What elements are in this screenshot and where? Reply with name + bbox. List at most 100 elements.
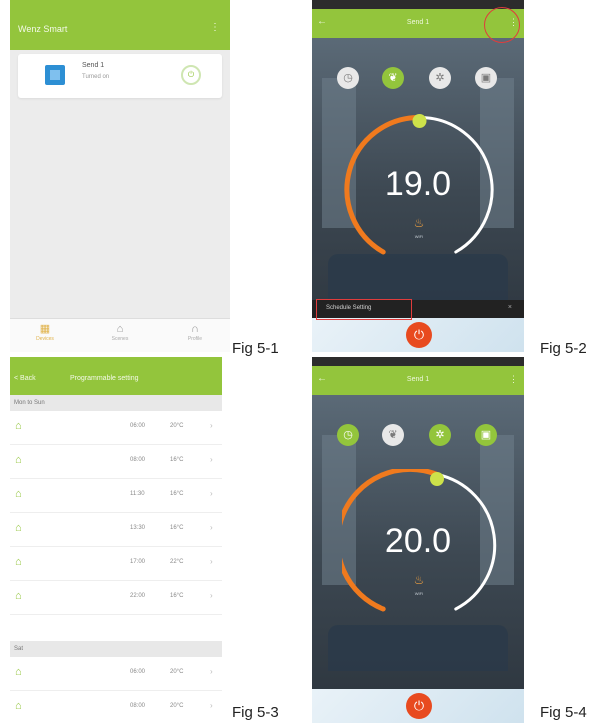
status-bar: [312, 357, 524, 366]
menu-highlight-circle: [484, 7, 520, 43]
period-icon: ⌂: [15, 420, 22, 432]
section-header: Mon to Sun: [10, 395, 222, 411]
chevron-right-icon: ›: [210, 421, 213, 430]
schedule-screen: < Back Programmable setting Mon to Sun ⌂…: [10, 357, 222, 723]
thermostat-device-icon: [45, 65, 65, 85]
chevron-right-icon: ›: [210, 701, 213, 710]
schedule-temp: 20°C: [170, 703, 184, 709]
period-icon: ⌂: [15, 666, 22, 678]
device-card[interactable]: Send 1 Turned on ⏻: [18, 54, 222, 98]
figure-caption-4: Fig 5-4: [540, 704, 587, 721]
figure-caption-3: Fig 5-3: [232, 704, 279, 721]
chevron-right-icon: ›: [210, 489, 213, 498]
schedule-time: 13:30: [130, 525, 146, 531]
clock-icon[interactable]: ◷: [337, 67, 359, 89]
leaf-icon[interactable]: ❦: [382, 67, 404, 89]
tab-devices-label: Devices: [36, 336, 54, 342]
background-sofa: [328, 625, 508, 671]
schedule-row[interactable]: ⌂ 22:00 16°C ›: [10, 581, 222, 615]
heating-icon: ♨: [413, 216, 425, 230]
device-list-screen: Wenz Smart ⋮ Send 1 Turned on ⏻ ▦ Device…: [10, 0, 230, 352]
power-toggle-icon[interactable]: ⏻: [181, 65, 201, 85]
chevron-right-icon: ›: [210, 455, 213, 464]
clock-icon[interactable]: ◷: [337, 424, 359, 446]
status-bar: [10, 357, 222, 365]
device-name: Send 1: [82, 62, 105, 69]
tab-scenes[interactable]: ⌂ Scenes: [95, 322, 145, 342]
dial-handle[interactable]: [430, 472, 444, 486]
chevron-right-icon: ›: [210, 523, 213, 532]
period-icon: ⌂: [15, 454, 22, 466]
schedule-temp: 20°C: [170, 423, 184, 429]
schedule-time: 17:00: [130, 559, 146, 565]
snowflake-icon[interactable]: ✲: [429, 67, 451, 89]
schedule-row[interactable]: ⌂ 08:00 16°C ›: [10, 445, 222, 479]
wifi-label: WIFI: [414, 234, 424, 239]
screen-title: Programmable setting: [70, 375, 139, 382]
figure-caption-1: Fig 5-1: [232, 340, 279, 357]
schedule-row[interactable]: ⌂ 11:30 16°C ›: [10, 479, 222, 513]
app-bar: ← Send 1 ⋮: [312, 366, 524, 395]
schedule-highlight-box: [316, 299, 412, 320]
schedule-row[interactable]: ⌂ 08:00 20°C ›: [10, 691, 222, 723]
close-icon[interactable]: ×: [508, 304, 512, 311]
schedule-row[interactable]: ⌂ 06:00 20°C ›: [10, 657, 222, 691]
bottom-panel: ⏻: [312, 318, 524, 352]
chevron-right-icon: ›: [210, 667, 213, 676]
bottom-panel: ⏻: [312, 689, 524, 723]
calendar-icon[interactable]: ▣: [475, 424, 497, 446]
schedule-row[interactable]: ⌂ 17:00 22°C ›: [10, 547, 222, 581]
device-title: Send 1: [406, 376, 430, 383]
schedule-row[interactable]: ⌂ 13:30 16°C ›: [10, 513, 222, 547]
schedule-temp: 16°C: [170, 457, 184, 463]
bottom-tab-bar: ▦ Devices ⌂ Scenes ∩ Profile: [10, 318, 230, 352]
app-bar: < Back Programmable setting: [10, 365, 222, 395]
schedule-temp: 16°C: [170, 525, 184, 531]
schedule-time: 08:00: [130, 703, 146, 709]
calendar-icon[interactable]: ▣: [475, 67, 497, 89]
period-icon: ⌂: [15, 590, 22, 602]
period-icon: ⌂: [15, 556, 22, 568]
schedule-temp: 20°C: [170, 669, 184, 675]
thermostat-screen: ← Send 1 ⋮ ◷ ❦ ✲ ▣ 20.0 ♨ WIFI ⏻: [312, 357, 524, 723]
schedule-temp: 16°C: [170, 491, 184, 497]
tab-devices[interactable]: ▦ Devices: [20, 322, 70, 342]
schedule-temp: 16°C: [170, 593, 184, 599]
schedule-time: 11:30: [130, 491, 145, 497]
app-bar: Wenz Smart ⋮: [10, 10, 230, 50]
dial-handle[interactable]: [412, 114, 427, 128]
chevron-right-icon: ›: [210, 557, 213, 566]
heating-icon: ♨: [413, 573, 425, 587]
figure-caption-2: Fig 5-2: [540, 340, 587, 357]
period-icon: ⌂: [15, 700, 22, 712]
thermostat-screen: ← Send 1 ⋮ ◷ ❦ ✲ ▣ 19.0 ♨ WIFI Schedule …: [312, 0, 524, 352]
home-icon: ⌂: [116, 323, 124, 335]
schedule-time: 08:00: [130, 457, 146, 463]
power-button-icon[interactable]: ⏻: [406, 322, 432, 348]
period-icon: ⌂: [15, 522, 22, 534]
back-button[interactable]: < Back: [14, 375, 36, 382]
power-button-icon[interactable]: ⏻: [406, 693, 432, 719]
schedule-time: 06:00: [130, 669, 146, 675]
app-title: Wenz Smart: [18, 24, 68, 34]
headset-icon: ∩: [191, 323, 199, 335]
device-status: Turned on: [82, 74, 110, 80]
section-header: Sat: [10, 641, 222, 657]
snowflake-icon[interactable]: ✲: [429, 424, 451, 446]
status-bar: [312, 0, 524, 9]
schedule-time: 22:00: [130, 593, 146, 599]
schedule-row[interactable]: ⌂ 06:00 20°C ›: [10, 411, 222, 445]
more-vertical-icon[interactable]: ⋮: [210, 22, 220, 33]
schedule-temp: 22°C: [170, 559, 184, 565]
more-vertical-icon[interactable]: ⋮: [509, 374, 518, 385]
grid-icon: ▦: [39, 323, 51, 335]
schedule-time: 06:00: [130, 423, 146, 429]
current-temperature: 19.0: [384, 165, 452, 203]
tab-profile[interactable]: ∩ Profile: [170, 322, 220, 342]
tab-profile-label: Profile: [187, 336, 203, 342]
period-icon: ⌂: [15, 488, 22, 500]
wifi-label: WIFI: [414, 591, 424, 596]
leaf-icon[interactable]: ❦: [382, 424, 404, 446]
tab-scenes-label: Scenes: [111, 336, 129, 342]
status-bar: [10, 0, 230, 10]
